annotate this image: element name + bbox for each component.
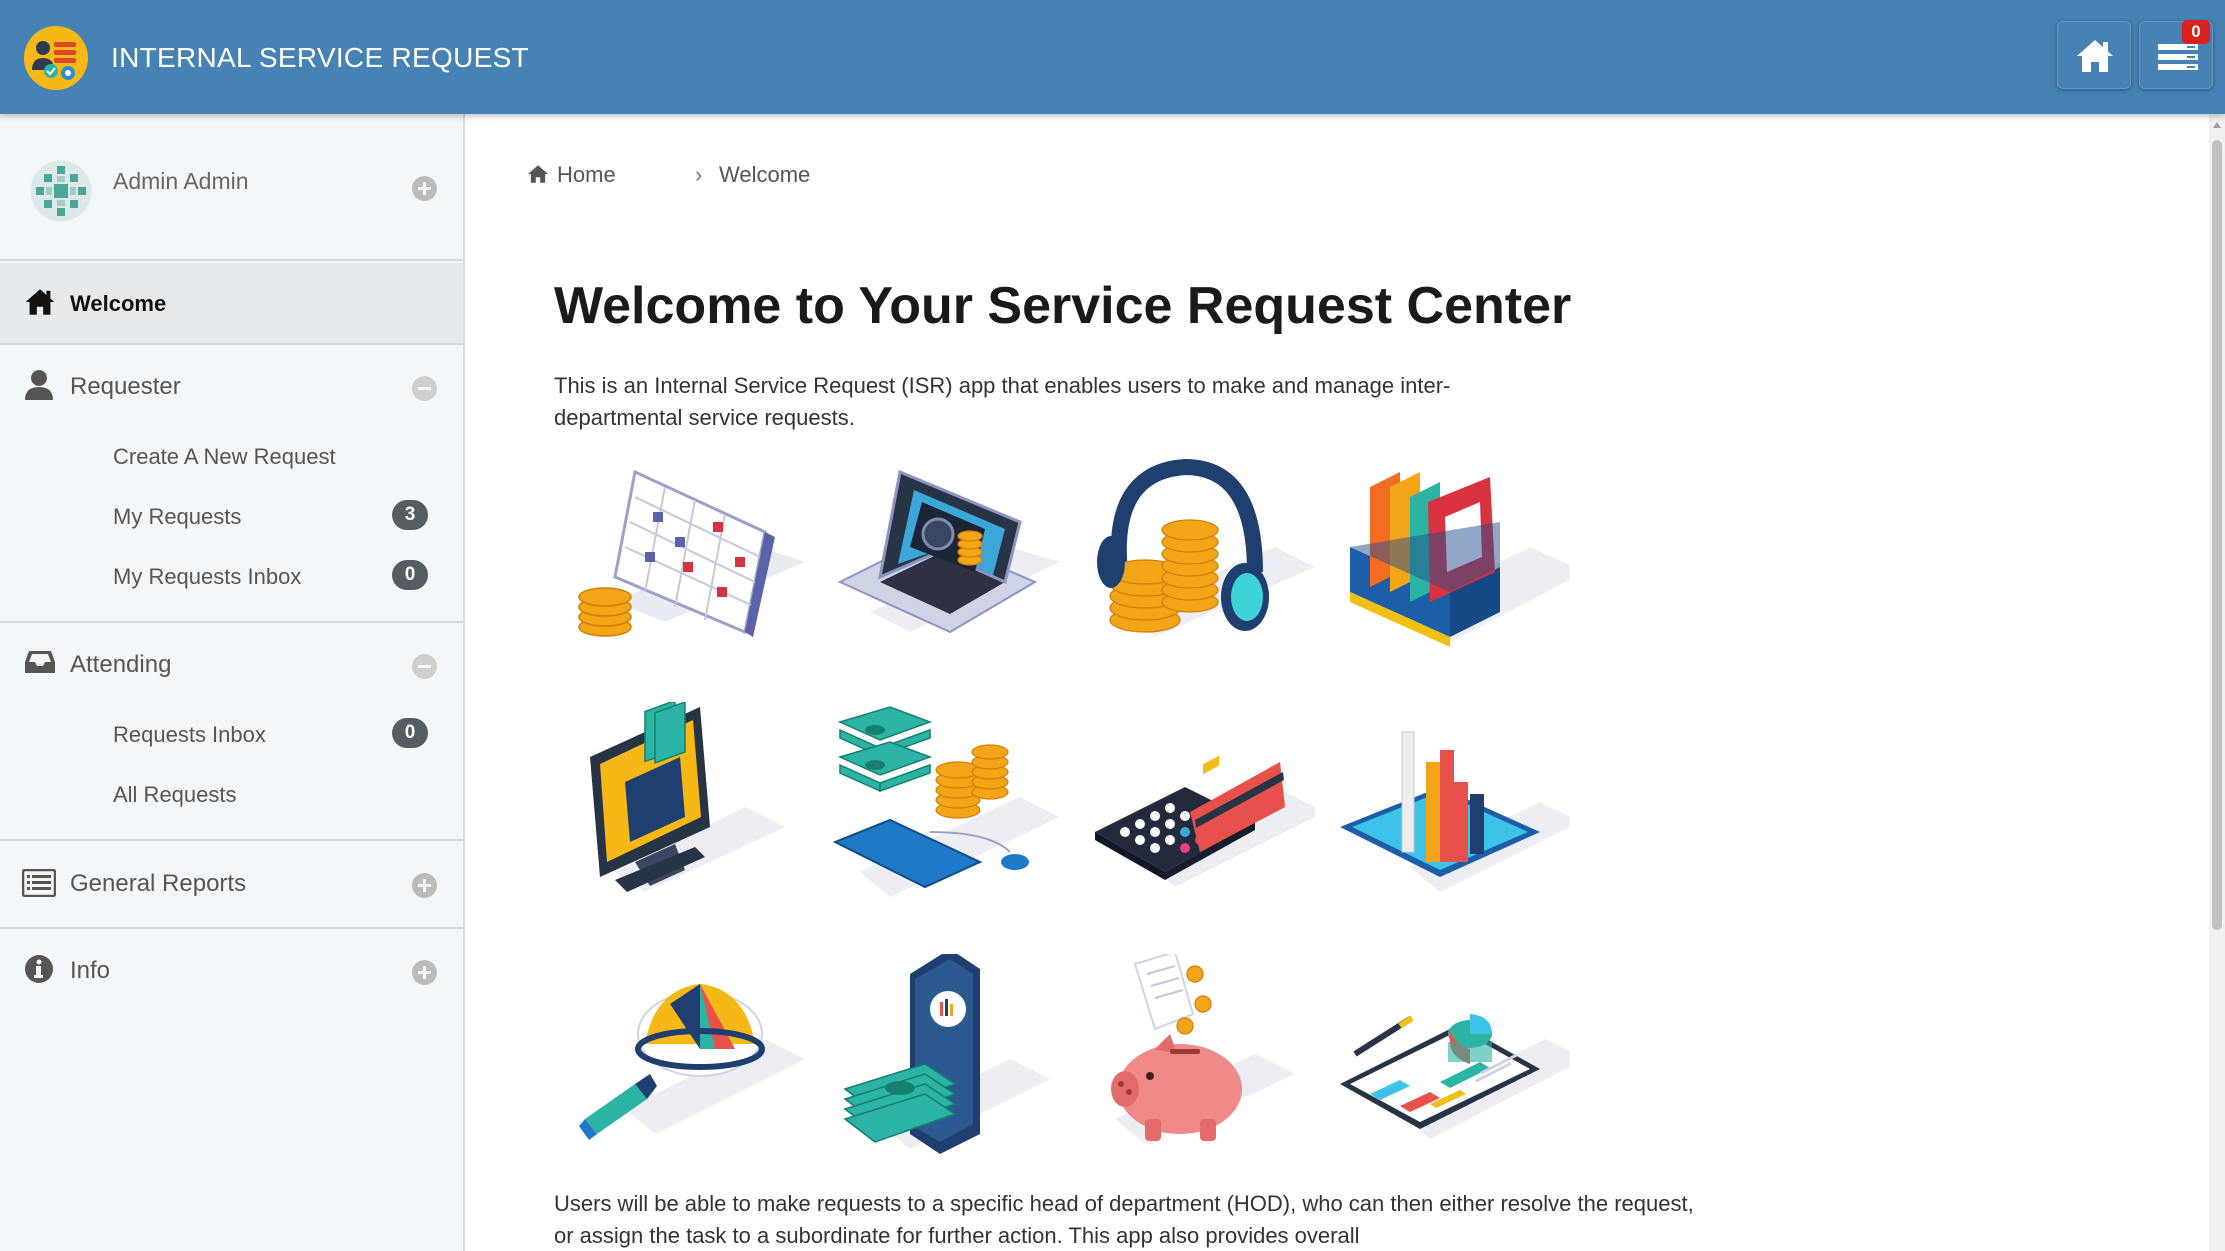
home-button[interactable] xyxy=(2057,21,2131,89)
outro-paragraph: Users will be able to make requests to a… xyxy=(554,1191,1694,1248)
main-scrollbar[interactable] xyxy=(2209,114,2225,1251)
home-icon xyxy=(25,289,55,315)
sidebar-item-attending[interactable]: Attending xyxy=(0,623,463,707)
binders-box-icon xyxy=(1340,452,1585,652)
breadcrumb-home-link[interactable]: Home xyxy=(557,162,616,188)
sidebar-item-requester[interactable]: Requester xyxy=(0,345,463,429)
cash-keyboard-icon xyxy=(830,702,1060,902)
scrollbar-thumb[interactable] xyxy=(2212,140,2222,930)
notifications-button[interactable]: 0 xyxy=(2139,20,2213,89)
headphones-coins-icon xyxy=(1085,452,1315,652)
breadcrumb-separator: › xyxy=(695,162,703,187)
sidebar-item-label: Info xyxy=(70,957,111,984)
count-badge: 0 xyxy=(392,718,428,748)
service-request-logo-icon[interactable] xyxy=(24,26,88,90)
notification-count-badge: 0 xyxy=(2182,20,2210,44)
sidebar-item-general-reports[interactable]: General Reports xyxy=(0,841,463,929)
sidebar-item-label: Requester xyxy=(70,373,181,400)
intro-paragraph: This is an Internal Service Request (ISR… xyxy=(554,373,1451,430)
report-list-icon xyxy=(22,869,56,897)
top-bar: INTERNAL SERVICE REQUEST 0 xyxy=(0,0,2225,114)
sidebar-item-info[interactable]: Info xyxy=(0,929,463,1017)
plus-circle-icon[interactable] xyxy=(412,873,437,898)
sidebar-item-requests-inbox[interactable]: Requests Inbox xyxy=(113,722,266,748)
plus-circle-icon[interactable] xyxy=(412,176,437,201)
home-icon xyxy=(528,165,548,183)
sidebar-section-requester: Requester Create A New Request My Reques… xyxy=(0,345,463,623)
sidebar-item-label: Welcome xyxy=(70,291,167,316)
magnifier-pie-icon xyxy=(575,954,805,1154)
clipboard-charts-icon xyxy=(1340,954,1585,1154)
sidebar-item-all-requests[interactable]: All Requests xyxy=(113,782,237,808)
minus-circle-icon[interactable] xyxy=(412,654,437,679)
sidebar-item-welcome[interactable]: Welcome xyxy=(0,263,463,345)
inbox-icon xyxy=(25,651,55,673)
count-badge: 0 xyxy=(392,560,428,590)
calculator-card-icon xyxy=(1085,702,1325,902)
laptop-vault-icon xyxy=(830,452,1060,652)
profile-name: Admin Admin xyxy=(113,168,249,194)
app-title: INTERNAL SERVICE REQUEST xyxy=(111,42,529,73)
sidebar-item-label: General Reports xyxy=(70,870,247,897)
main-content: Home › Welcome Welcome to Your Service R… xyxy=(467,114,2225,1251)
bar-chart-tablet-icon xyxy=(1340,702,1580,902)
breadcrumb-current: Welcome xyxy=(719,162,811,187)
plus-circle-icon[interactable] xyxy=(412,960,437,985)
count-badge: 3 xyxy=(392,500,428,530)
info-icon xyxy=(25,955,53,983)
sidebar-item-my-requests[interactable]: My Requests xyxy=(113,504,241,530)
home-icon xyxy=(2077,40,2113,72)
sidebar-item-label: Attending xyxy=(70,651,172,678)
piggy-bank-icon xyxy=(1085,950,1315,1154)
sidebar-section-attending: Attending Requests Inbox 0 All Requests xyxy=(0,623,463,841)
user-icon xyxy=(25,370,53,400)
monitor-wallet-icon xyxy=(575,699,805,902)
sidebar: Admin Admin Welcome Requester Create A N… xyxy=(0,114,465,1251)
user-profile: Admin Admin xyxy=(0,114,463,261)
scroll-up-arrow-icon[interactable] xyxy=(2213,122,2221,128)
calendar-coins-icon xyxy=(575,452,805,652)
minus-circle-icon[interactable] xyxy=(412,376,437,401)
sidebar-item-my-requests-inbox[interactable]: My Requests Inbox xyxy=(113,564,301,590)
sidebar-item-create-request[interactable]: Create A New Request xyxy=(113,444,336,470)
page-title: Welcome to Your Service Request Center xyxy=(554,277,1572,335)
avatar-icon[interactable] xyxy=(30,160,92,222)
phone-cash-icon xyxy=(830,949,1060,1154)
